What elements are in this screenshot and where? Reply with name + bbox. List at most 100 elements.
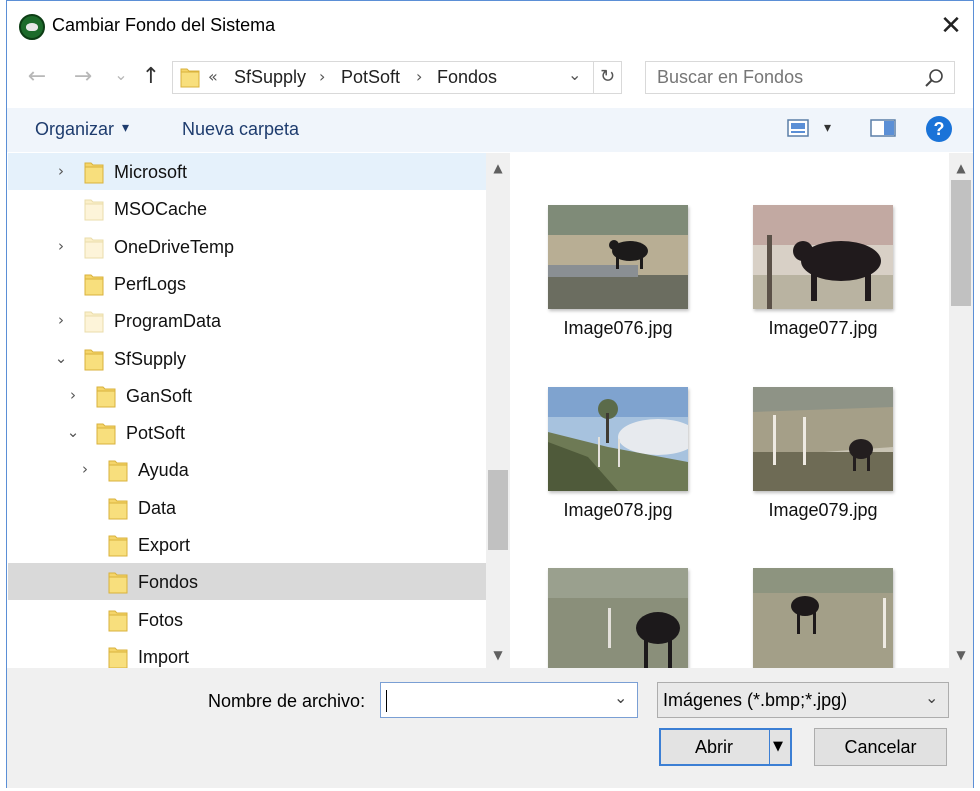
tree-item-label: Export (138, 535, 191, 555)
folder-icon (96, 386, 116, 408)
chevron-down-icon[interactable]: ⌄ (66, 422, 80, 442)
text-caret (386, 690, 387, 712)
tree-item-label: GanSoft (126, 385, 193, 406)
up-button[interactable]: ↑ (138, 62, 164, 92)
breadcrumb-separator[interactable]: › (416, 66, 422, 88)
tree-item[interactable]: › Microsoft (8, 153, 486, 190)
tree-item[interactable]: › GanSoft (8, 377, 486, 414)
tree-item[interactable]: › ProgramData (8, 302, 486, 339)
breadcrumb-sfsupply[interactable]: SfSupply (234, 66, 306, 88)
tree-item[interactable]: ⌄ SfSupply (8, 340, 486, 377)
tree-item[interactable]: ⌄ PotSoft (8, 414, 486, 451)
filename-input[interactable] (380, 682, 638, 718)
tree-item[interactable]: Export (8, 526, 486, 563)
file-view[interactable]: Image076.jpg Image077.jpg Image078.jpg I… (512, 153, 949, 668)
tree-item[interactable]: MSOCache (8, 190, 486, 227)
folder-icon (108, 535, 128, 557)
file-name[interactable]: Image078.jpg (528, 499, 708, 521)
open-split-divider (769, 730, 770, 764)
file-thumbnail[interactable] (548, 387, 688, 491)
tree-scrollbar[interactable] (486, 153, 510, 668)
folder-icon (108, 498, 128, 520)
tree-item-label: SfSupply (114, 348, 187, 369)
chevron-right-icon[interactable]: › (78, 459, 92, 479)
cancel-button[interactable]: Cancelar (814, 728, 947, 766)
help-icon[interactable]: ? (926, 116, 952, 142)
close-button[interactable]: ✕ (936, 11, 966, 41)
tree-item[interactable]: Import (8, 638, 486, 668)
tree-item-label: MSOCache (114, 199, 208, 220)
view-dropdown-icon[interactable]: ▾ (824, 117, 831, 139)
tree-item-label: Fotos (138, 609, 184, 630)
file-name[interactable]: Image079.jpg (733, 499, 913, 521)
file-thumbnail[interactable] (753, 568, 893, 668)
organize-button[interactable]: Organizar (35, 118, 114, 140)
breadcrumb-separator[interactable]: › (319, 66, 325, 88)
file-scroll-down[interactable]: ▼ (949, 645, 973, 665)
refresh-icon[interactable]: ↻ (600, 66, 615, 88)
tree-item-label: OneDriveTemp (114, 236, 235, 257)
chevron-right-icon[interactable]: › (54, 310, 68, 330)
chevron-down-icon[interactable]: ⌄ (54, 348, 68, 368)
tree-scroll-down[interactable]: ▼ (486, 645, 510, 665)
chevron-right-icon[interactable]: › (66, 385, 80, 405)
file-scroll-thumb[interactable] (951, 180, 971, 306)
app-icon (19, 14, 45, 40)
address-divider (593, 61, 594, 94)
chevron-right-icon[interactable]: › (54, 161, 68, 181)
folder-icon (84, 199, 104, 221)
tree-item-label: Microsoft (114, 162, 188, 182)
recent-locations-button[interactable]: ⌄ (108, 60, 134, 90)
folder-icon (84, 274, 104, 296)
search-icon[interactable] (924, 68, 944, 88)
breadcrumb-overflow[interactable]: « (208, 66, 218, 88)
file-type-dropdown-icon[interactable]: ⌄ (925, 688, 938, 707)
file-scroll-up[interactable]: ▲ (949, 158, 973, 178)
back-button[interactable]: ← (24, 62, 50, 92)
filename-dropdown-icon[interactable]: ⌄ (614, 688, 627, 707)
tree-item-label: Fondos (138, 572, 199, 593)
folder-icon (180, 68, 200, 88)
tree-item[interactable]: › Ayuda (8, 451, 486, 488)
folder-icon (108, 460, 128, 482)
tree-item-label: ProgramData (114, 311, 222, 332)
file-type-value[interactable]: Imágenes (*.bmp;*.jpg) (663, 689, 847, 711)
filename-label: Nombre de archivo: (208, 691, 366, 711)
tree-item-label: Ayuda (138, 460, 189, 481)
tree-item-label: Data (138, 497, 177, 518)
tree-scroll-thumb[interactable] (488, 470, 508, 550)
folder-icon (84, 349, 104, 370)
open-button-label[interactable]: Abrir (660, 736, 768, 758)
chevron-right-icon[interactable]: › (54, 236, 68, 256)
forward-button[interactable]: → (70, 62, 96, 92)
tree-item-label: PerfLogs (114, 273, 187, 294)
search-placeholder: Buscar en Fondos (657, 67, 804, 87)
file-thumbnail[interactable] (753, 387, 893, 491)
tree-item[interactable]: Fotos (8, 601, 486, 638)
navigation-tree[interactable]: › Microsoft MSOCache › OneDriveTemp PerfLogs ›… (8, 153, 488, 668)
file-thumbnail[interactable] (753, 205, 893, 309)
file-thumbnail[interactable] (548, 205, 688, 309)
tree-scroll-up[interactable]: ▲ (486, 158, 510, 178)
tree-item[interactable]: Fondos (8, 563, 486, 601)
file-thumbnail[interactable] (548, 568, 688, 668)
address-dropdown-icon[interactable]: ⌄ (568, 64, 581, 86)
open-split-dropdown-icon[interactable]: ▼ (773, 736, 783, 758)
tree-item-label: Import (138, 646, 190, 667)
folder-icon (84, 162, 104, 184)
dialog-title: Cambiar Fondo del Sistema (52, 15, 276, 35)
view-options-icon[interactable] (787, 119, 809, 137)
tree-item[interactable]: Data (8, 489, 486, 526)
folder-icon (108, 647, 128, 668)
preview-pane-icon[interactable] (870, 119, 896, 137)
tree-item[interactable]: PerfLogs (8, 265, 486, 302)
breadcrumb-fondos[interactable]: Fondos (437, 66, 497, 88)
new-folder-button[interactable]: Nueva carpeta (182, 118, 299, 140)
folder-icon (84, 311, 104, 333)
breadcrumb-potsoft[interactable]: PotSoft (341, 66, 400, 88)
tree-item[interactable]: › OneDriveTemp (8, 228, 486, 265)
file-name[interactable]: Image077.jpg (733, 317, 913, 339)
file-name[interactable]: Image076.jpg (528, 317, 708, 339)
organize-dropdown-icon[interactable]: ▾ (122, 117, 129, 139)
folder-icon (84, 237, 104, 259)
